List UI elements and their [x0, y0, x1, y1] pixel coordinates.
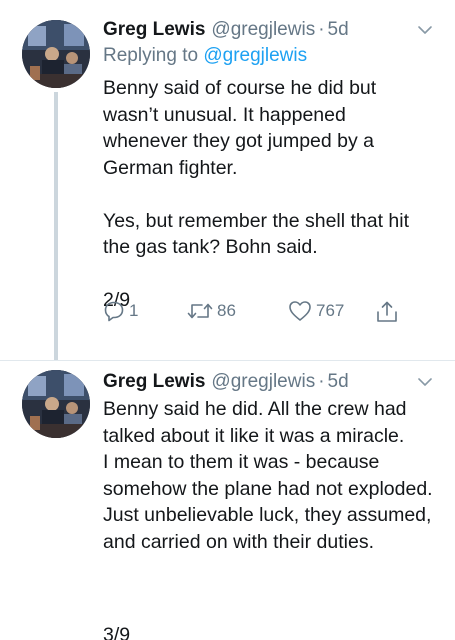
- timestamp[interactable]: 5d: [328, 370, 349, 394]
- tweet[interactable]: Greg Lewis @gregjlewis · 5d Replying to …: [0, 0, 455, 360]
- heart-icon: [289, 301, 311, 321]
- tweet-content: Greg Lewis @gregjlewis · 5d Benny said h…: [103, 370, 435, 555]
- author-handle[interactable]: @gregjlewis: [211, 18, 315, 42]
- separator: ·: [318, 371, 325, 392]
- separator: ·: [318, 19, 325, 40]
- author-handle[interactable]: @gregjlewis: [211, 370, 315, 394]
- reply-count: 1: [129, 301, 139, 320]
- tweet-text: Benny said of course he did but wasn’t u…: [103, 75, 435, 261]
- thread-counter: 3/9: [103, 624, 131, 640]
- tweet-actions: 1 86 767: [103, 300, 423, 330]
- tweet-paragraph: Yes, but remember the shell that hit the…: [103, 209, 410, 259]
- tweet-line: Just unbelievable luck, they assumed, an…: [103, 504, 432, 553]
- reply-icon: [104, 301, 124, 322]
- reply-button[interactable]: 1: [103, 300, 138, 322]
- tweet-content: Greg Lewis @gregjlewis · 5d Replying to …: [103, 18, 435, 313]
- replying-to: Replying to @gregjlewis: [103, 43, 435, 69]
- like-count: 767: [316, 301, 345, 320]
- thread-line: [54, 92, 58, 360]
- tweet-paragraph: Benny said of course he did but wasn’t u…: [103, 77, 377, 179]
- author-name[interactable]: Greg Lewis: [103, 370, 205, 394]
- tweet-text: Benny said he did. All the crew had talk…: [103, 396, 435, 555]
- chevron-down-icon[interactable]: [415, 372, 435, 392]
- retweet-button[interactable]: 86: [187, 300, 236, 322]
- author-name[interactable]: Greg Lewis: [103, 18, 205, 42]
- like-button[interactable]: 767: [288, 300, 344, 322]
- timestamp[interactable]: 5d: [328, 18, 349, 42]
- replying-to-label: Replying to: [103, 45, 199, 66]
- retweet-icon: [187, 303, 213, 319]
- chevron-down-icon[interactable]: [415, 20, 435, 40]
- avatar[interactable]: [22, 370, 90, 438]
- tweet-divider: [0, 360, 455, 361]
- tweet-line: I mean to them it was - because somehow …: [103, 451, 433, 500]
- tweet[interactable]: Greg Lewis @gregjlewis · 5d Benny said h…: [0, 362, 455, 640]
- tweet-line: Benny said he did. All the crew had talk…: [103, 398, 407, 447]
- share-button[interactable]: [375, 300, 399, 324]
- retweet-count: 86: [217, 301, 236, 320]
- tweet-header: Greg Lewis @gregjlewis · 5d: [103, 370, 435, 394]
- mention-link[interactable]: @gregjlewis: [203, 45, 307, 66]
- share-icon: [377, 301, 397, 322]
- tweet-header: Greg Lewis @gregjlewis · 5d: [103, 18, 435, 42]
- avatar[interactable]: [22, 20, 90, 88]
